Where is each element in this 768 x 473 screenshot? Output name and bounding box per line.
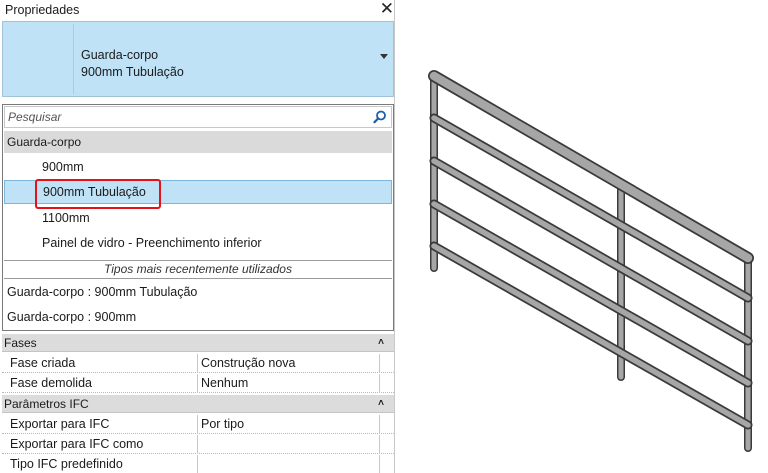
type-list-item[interactable]: 1100mm bbox=[4, 206, 392, 230]
property-row: Fase criada Construção nova bbox=[2, 354, 394, 373]
type-family-name: Guarda-corpo bbox=[81, 48, 159, 62]
property-name: Tipo IFC predefinido bbox=[2, 455, 198, 473]
property-name: Fase demolida bbox=[2, 374, 198, 393]
property-value[interactable]: Por tipo bbox=[198, 415, 380, 434]
type-list-item[interactable]: Painel de vidro - Preenchimento inferior bbox=[4, 231, 392, 255]
collapse-icon[interactable]: ˄ bbox=[378, 334, 384, 352]
recent-type-item[interactable]: Guarda-corpo : 900mm Tubulação bbox=[4, 280, 392, 304]
section-phases[interactable]: Fases ˄ bbox=[2, 334, 394, 352]
type-dropdown-list: Guarda-corpo 900mm 900mm Tubulação 1100m… bbox=[2, 104, 394, 331]
type-name: 900mm Tubulação bbox=[81, 65, 184, 79]
type-group-header: Guarda-corpo bbox=[4, 131, 392, 153]
search-input[interactable] bbox=[8, 109, 358, 125]
section-title: Parâmetros IFC bbox=[4, 397, 89, 411]
section-ifc-parameters[interactable]: Parâmetros IFC ˄ bbox=[2, 395, 394, 413]
panel-title-bar: Propriedades ✕ bbox=[0, 0, 400, 20]
type-list-item-selected[interactable]: 900mm Tubulação bbox=[4, 180, 392, 204]
type-list-item[interactable]: 900mm bbox=[4, 155, 392, 179]
type-selector[interactable]: Guarda-corpo 900mm Tubulação bbox=[2, 21, 394, 97]
property-row: Tipo IFC predefinido bbox=[2, 455, 394, 473]
property-row: Exportar para IFC como bbox=[2, 435, 394, 454]
type-selector-label: Guarda-corpo 900mm Tubulação bbox=[81, 47, 184, 81]
panel-border bbox=[394, 0, 395, 473]
property-row: Fase demolida Nenhum bbox=[2, 374, 394, 393]
property-name: Exportar para IFC como bbox=[2, 435, 198, 454]
type-thumbnail bbox=[5, 24, 74, 94]
property-value[interactable]: Construção nova bbox=[198, 354, 380, 373]
panel-title: Propriedades bbox=[5, 3, 80, 17]
rail bbox=[431, 158, 751, 344]
properties-panel: Propriedades ✕ Guarda-corpo 900mm Tubula… bbox=[0, 0, 400, 473]
recent-types-header: Tipos mais recentemente utilizados bbox=[4, 260, 392, 279]
property-value[interactable] bbox=[198, 455, 380, 473]
close-icon[interactable]: ✕ bbox=[380, 0, 394, 19]
property-row: Exportar para IFC Por tipo bbox=[2, 415, 394, 434]
property-name: Fase criada bbox=[2, 354, 198, 373]
recent-type-item[interactable]: Guarda-corpo : 900mm bbox=[4, 305, 392, 329]
property-name: Exportar para IFC bbox=[2, 415, 198, 434]
railing-model bbox=[428, 70, 754, 452]
3d-view-canvas[interactable] bbox=[400, 0, 768, 473]
search-box[interactable] bbox=[4, 106, 392, 128]
chevron-down-icon[interactable] bbox=[380, 54, 388, 59]
collapse-icon[interactable]: ˄ bbox=[378, 395, 384, 413]
section-title: Fases bbox=[4, 336, 37, 350]
property-value[interactable]: Nenhum bbox=[198, 374, 380, 393]
search-icon[interactable] bbox=[373, 110, 387, 124]
property-value[interactable] bbox=[198, 435, 380, 454]
